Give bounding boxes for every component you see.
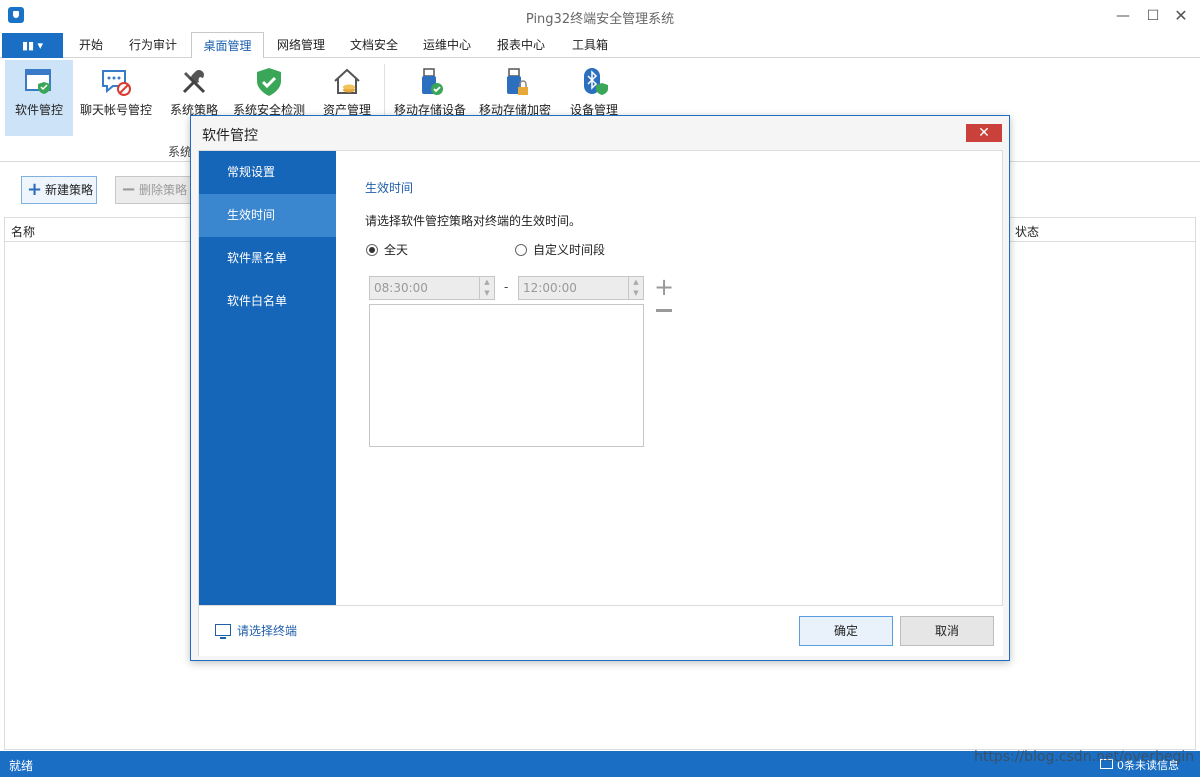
new-policy-label: 新建策略	[45, 183, 94, 197]
maximize-button[interactable]: ☐	[1140, 4, 1166, 28]
radio-custom-period[interactable]: 自定义时间段	[515, 242, 605, 258]
software-control-dialog: 软件管控 ✕ 常规设置 生效时间 软件黑名单 软件白名单 生效时间 请选择软件管…	[190, 115, 1010, 661]
nav-general-settings[interactable]: 常规设置	[199, 151, 336, 194]
tab-toolbox[interactable]: 工具箱	[562, 32, 618, 58]
radio-unselected-icon	[515, 244, 527, 256]
radio-all-day[interactable]: 全天	[366, 242, 408, 258]
radio-selected-icon	[366, 244, 378, 256]
effective-time-panel: 生效时间 请选择软件管控策略对终端的生效时间。 全天 自定义时间段 08:30:…	[336, 151, 1003, 605]
dialog-footer: 请选择终端 确定 取消	[199, 605, 1003, 656]
minimize-button[interactable]: —	[1110, 4, 1136, 28]
remove-period-button[interactable]	[656, 309, 672, 312]
add-period-button[interactable]: +	[654, 275, 674, 299]
ribbon-chat-account-control[interactable]: 聊天帐号管控	[77, 60, 155, 136]
end-time-input[interactable]: 12:00:00 ▲ ▼	[518, 276, 644, 300]
title-bar: Ping32终端安全管理系统 — ☐ ✕	[0, 0, 1200, 32]
tab-behavior-audit[interactable]: 行为审计	[120, 32, 186, 58]
end-time-value: 12:00:00	[523, 281, 577, 295]
dialog-body: 常规设置 生效时间 软件黑名单 软件白名单 生效时间 请选择软件管控策略对终端的…	[198, 150, 1003, 656]
chat-forbidden-icon	[102, 70, 131, 96]
minus-icon: −	[121, 179, 137, 200]
nav-software-whitelist[interactable]: 软件白名单	[199, 280, 336, 323]
nav-software-blacklist[interactable]: 软件黑名单	[199, 237, 336, 280]
monitor-icon	[215, 624, 231, 639]
section-description: 请选择软件管控策略对终端的生效时间。	[365, 214, 582, 228]
nav-effective-time[interactable]: 生效时间	[199, 194, 336, 237]
cancel-button[interactable]: 取消	[900, 616, 994, 646]
dialog-nav: 常规设置 生效时间 软件黑名单 软件白名单	[199, 151, 336, 605]
time-separator: -	[504, 280, 509, 294]
time-period-list[interactable]	[369, 304, 644, 447]
status-bar: 就绪 0条未读信息	[0, 751, 1200, 777]
menu-bar: ▮▮ ▾ 开始 行为审计 桌面管理 网络管理 文档安全 运维中心 报表中心 工具…	[0, 32, 1200, 59]
file-menu-button[interactable]: ▮▮ ▾	[2, 33, 63, 58]
ribbon-label: 软件管控	[14, 103, 63, 117]
column-header-name[interactable]: 名称	[11, 223, 35, 240]
unread-messages[interactable]: 0条未读信息	[1117, 757, 1179, 773]
ribbon-label: 聊天帐号管控	[79, 103, 152, 117]
usb-check-icon	[422, 68, 443, 95]
software-window-shield-icon	[25, 69, 51, 94]
mail-icon[interactable]	[1100, 759, 1113, 769]
ribbon-software-control[interactable]: 软件管控	[5, 60, 73, 136]
select-terminal-link[interactable]: 请选择终端	[215, 622, 297, 640]
shield-check-icon	[257, 68, 281, 96]
start-time-spinner[interactable]: ▲ ▼	[479, 277, 494, 299]
tab-desktop-management[interactable]: 桌面管理	[191, 32, 264, 59]
spin-up-icon[interactable]: ▲	[629, 277, 643, 288]
new-policy-button[interactable]: + 新建策略	[21, 176, 97, 204]
start-time-value: 08:30:00	[374, 281, 428, 295]
status-text: 就绪	[9, 759, 34, 773]
house-coins-icon	[334, 68, 360, 94]
select-terminal-label: 请选择终端	[237, 624, 298, 638]
tab-network-management[interactable]: 网络管理	[268, 32, 334, 58]
tab-report-center[interactable]: 报表中心	[488, 32, 554, 58]
plus-icon: +	[27, 179, 43, 200]
tab-ops-center[interactable]: 运维中心	[414, 32, 480, 58]
tab-document-security[interactable]: 文档安全	[341, 32, 407, 58]
spin-up-icon[interactable]: ▲	[480, 277, 494, 288]
spin-down-icon[interactable]: ▼	[480, 288, 494, 299]
bluetooth-shield-icon	[584, 68, 608, 95]
section-title: 生效时间	[365, 181, 414, 195]
radio-all-day-label: 全天	[384, 243, 409, 257]
tools-icon	[182, 70, 206, 94]
radio-custom-period-label: 自定义时间段	[533, 243, 606, 257]
start-time-input[interactable]: 08:30:00 ▲ ▼	[369, 276, 495, 300]
delete-policy-label: 删除策略	[139, 183, 188, 197]
tab-start[interactable]: 开始	[68, 32, 114, 58]
dialog-close-button[interactable]: ✕	[966, 124, 1002, 142]
ribbon-group-label: 系统	[168, 145, 193, 159]
window-title: Ping32终端安全管理系统	[525, 12, 675, 27]
spin-down-icon[interactable]: ▼	[629, 288, 643, 299]
end-time-spinner[interactable]: ▲ ▼	[628, 277, 643, 299]
delete-policy-button[interactable]: − 删除策略	[115, 176, 195, 204]
close-window-button[interactable]: ✕	[1168, 4, 1194, 28]
ok-button[interactable]: 确定	[799, 616, 893, 646]
dialog-title: 软件管控	[202, 128, 258, 144]
column-header-status[interactable]: 状态	[1015, 223, 1039, 240]
usb-lock-icon	[507, 68, 528, 95]
